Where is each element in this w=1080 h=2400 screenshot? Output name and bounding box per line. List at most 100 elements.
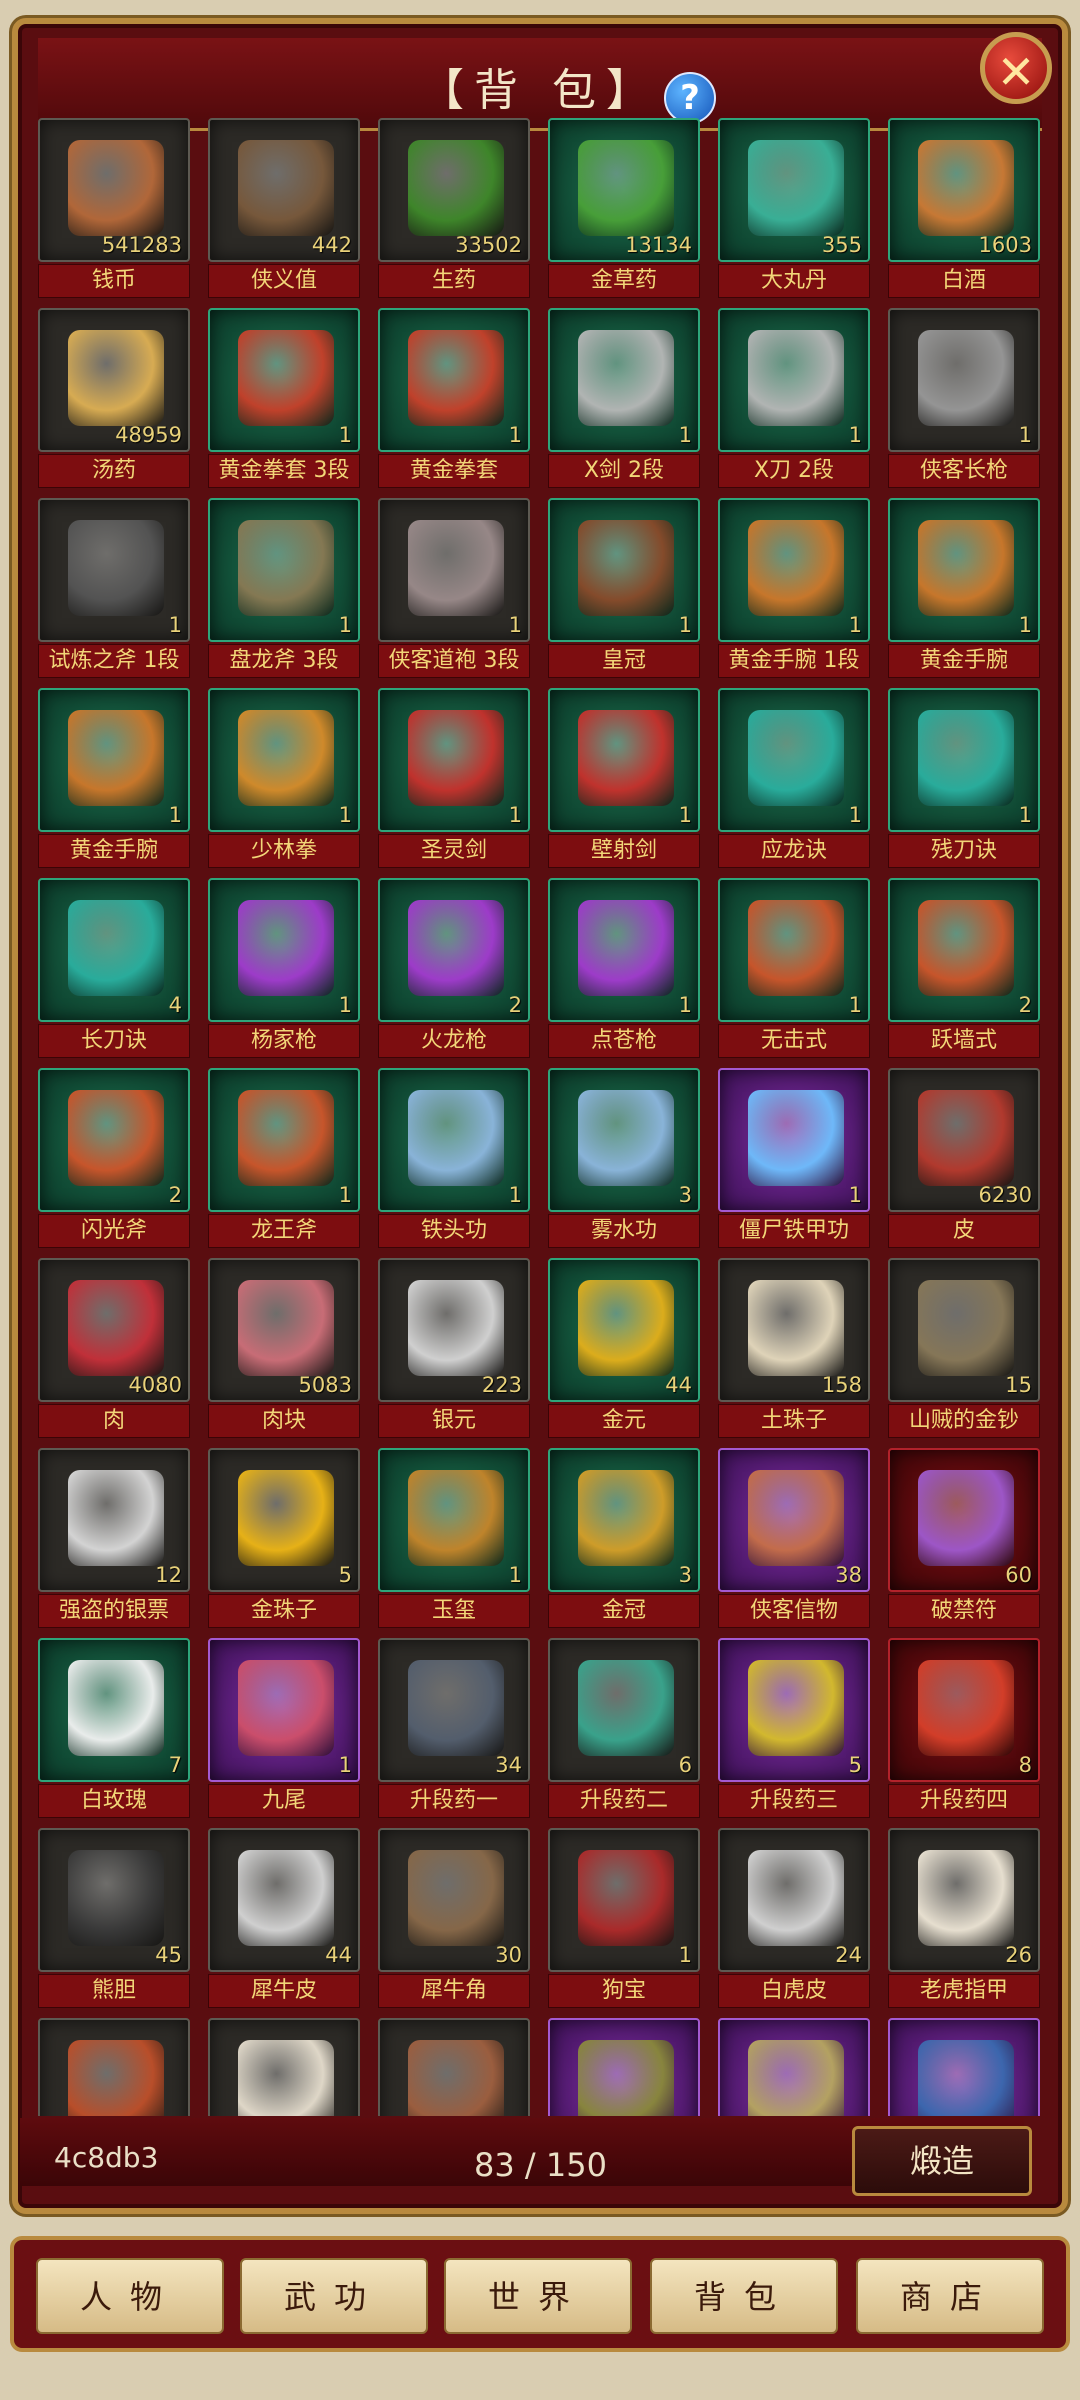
inventory-slot[interactable]: 2 跃墙式 <box>888 878 1040 1058</box>
item-frame[interactable]: 1 <box>208 1068 360 1212</box>
item-frame[interactable]: 1 <box>208 688 360 832</box>
item-frame[interactable]: 1 <box>378 498 530 642</box>
inventory-slot[interactable]: 1 黄金手腕 <box>888 498 1040 678</box>
inventory-slot[interactable]: 1 侠客长枪 <box>888 308 1040 488</box>
item-frame[interactable]: 1 <box>378 1448 530 1592</box>
item-frame[interactable]: 1 <box>548 308 700 452</box>
inventory-slot[interactable] <box>888 2018 1040 2116</box>
item-frame[interactable]: 1 <box>378 688 530 832</box>
item-frame[interactable]: 442 <box>208 118 360 262</box>
item-frame[interactable]: 44 <box>208 1828 360 1972</box>
inventory-slot[interactable]: 6230 皮 <box>888 1068 1040 1248</box>
inventory-slot[interactable]: 1 点苍枪 <box>548 878 700 1058</box>
item-frame[interactable] <box>888 2018 1040 2116</box>
inventory-slot[interactable]: 1 侠客道袍 3段 <box>378 498 530 678</box>
inventory-slot[interactable]: 1 壁射剑 <box>548 688 700 868</box>
item-frame[interactable] <box>208 2018 360 2116</box>
inventory-slot[interactable]: 1 试炼之斧 1段 <box>38 498 190 678</box>
item-frame[interactable]: 6 <box>548 1638 700 1782</box>
inventory-slot[interactable]: 2 火龙枪 <box>378 878 530 1058</box>
inventory-slot[interactable]: 44 犀牛皮 <box>208 1828 360 2008</box>
inventory-slot[interactable]: 60 破禁符 <box>888 1448 1040 1628</box>
item-frame[interactable]: 4 <box>38 878 190 1022</box>
inventory-slot[interactable]: 1 铁头功 <box>378 1068 530 1248</box>
item-frame[interactable]: 15 <box>888 1258 1040 1402</box>
inventory-slot[interactable]: 7 白玫瑰 <box>38 1638 190 1818</box>
inventory-slot[interactable]: 45 熊胆 <box>38 1828 190 2008</box>
inventory-slot[interactable]: 15 山贼的金钞 <box>888 1258 1040 1438</box>
item-frame[interactable]: 7 <box>38 1638 190 1782</box>
item-frame[interactable]: 223 <box>378 1258 530 1402</box>
inventory-slot[interactable]: 1 黄金手腕 <box>38 688 190 868</box>
item-frame[interactable]: 1 <box>718 688 870 832</box>
item-frame[interactable]: 5 <box>208 1448 360 1592</box>
inventory-slot[interactable]: 3 金冠 <box>548 1448 700 1628</box>
inventory-slot[interactable]: 442 侠义值 <box>208 118 360 298</box>
item-frame[interactable]: 1 <box>208 498 360 642</box>
inventory-slot[interactable]: 1 应龙诀 <box>718 688 870 868</box>
item-frame[interactable]: 5083 <box>208 1258 360 1402</box>
item-frame[interactable]: 48959 <box>38 308 190 452</box>
inventory-slot[interactable]: 2 闪光斧 <box>38 1068 190 1248</box>
item-frame[interactable]: 5 <box>718 1638 870 1782</box>
item-frame[interactable]: 1 <box>208 878 360 1022</box>
inventory-slot[interactable] <box>718 2018 870 2116</box>
item-frame[interactable]: 1 <box>718 1068 870 1212</box>
inventory-slot[interactable]: 8 升段药四 <box>888 1638 1040 1818</box>
item-frame[interactable]: 3 <box>548 1068 700 1212</box>
item-frame[interactable]: 1 <box>548 498 700 642</box>
inventory-slot[interactable]: 355 大丸丹 <box>718 118 870 298</box>
item-frame[interactable] <box>548 2018 700 2116</box>
tab-shop[interactable]: 商店 <box>856 2258 1044 2334</box>
inventory-slot[interactable]: 5 升段药三 <box>718 1638 870 1818</box>
item-frame[interactable]: 24 <box>718 1828 870 1972</box>
inventory-slot[interactable]: 1 黄金拳套 3段 <box>208 308 360 488</box>
item-frame[interactable]: 1603 <box>888 118 1040 262</box>
inventory-slot[interactable] <box>548 2018 700 2116</box>
inventory-slot[interactable]: 1 圣灵剑 <box>378 688 530 868</box>
inventory-grid[interactable]: 541283 钱币 442 侠义值 33502 生药 13134 金草药 355 大丸丹 1603 白… <box>38 118 1042 2116</box>
inventory-slot[interactable]: 4 长刀诀 <box>38 878 190 1058</box>
inventory-slot[interactable]: 1 残刀诀 <box>888 688 1040 868</box>
item-frame[interactable]: 1 <box>38 498 190 642</box>
inventory-slot[interactable]: 1 黄金手腕 1段 <box>718 498 870 678</box>
inventory-slot[interactable]: 1 杨家枪 <box>208 878 360 1058</box>
inventory-slot[interactable]: 6 升段药二 <box>548 1638 700 1818</box>
inventory-slot[interactable]: 5 金珠子 <box>208 1448 360 1628</box>
item-frame[interactable]: 1 <box>718 308 870 452</box>
inventory-slot[interactable] <box>38 2018 190 2116</box>
inventory-slot[interactable]: 24 白虎皮 <box>718 1828 870 2008</box>
item-frame[interactable]: 1 <box>208 1638 360 1782</box>
inventory-slot[interactable]: 1 X刀 2段 <box>718 308 870 488</box>
item-frame[interactable]: 13134 <box>548 118 700 262</box>
inventory-slot[interactable]: 48959 汤药 <box>38 308 190 488</box>
close-icon[interactable]: ✕ <box>980 32 1052 104</box>
inventory-slot[interactable]: 1 X剑 2段 <box>548 308 700 488</box>
tab-martial-arts[interactable]: 武功 <box>240 2258 428 2334</box>
item-frame[interactable]: 2 <box>888 878 1040 1022</box>
inventory-slot[interactable]: 38 侠客信物 <box>718 1448 870 1628</box>
item-frame[interactable]: 44 <box>548 1258 700 1402</box>
inventory-slot[interactable]: 26 老虎指甲 <box>888 1828 1040 2008</box>
item-frame[interactable]: 6230 <box>888 1068 1040 1212</box>
inventory-slot[interactable]: 1 狗宝 <box>548 1828 700 2008</box>
item-frame[interactable]: 1 <box>208 308 360 452</box>
item-frame[interactable]: 30 <box>378 1828 530 1972</box>
inventory-slot[interactable]: 5083 肉块 <box>208 1258 360 1438</box>
item-frame[interactable]: 1 <box>888 688 1040 832</box>
inventory-slot[interactable]: 12 强盗的银票 <box>38 1448 190 1628</box>
item-frame[interactable]: 1 <box>548 688 700 832</box>
inventory-slot[interactable]: 1 僵尸铁甲功 <box>718 1068 870 1248</box>
inventory-slot[interactable]: 34 升段药一 <box>378 1638 530 1818</box>
item-frame[interactable]: 4080 <box>38 1258 190 1402</box>
inventory-slot[interactable]: 1603 白酒 <box>888 118 1040 298</box>
item-frame[interactable]: 26 <box>888 1828 1040 1972</box>
item-frame[interactable]: 1 <box>888 498 1040 642</box>
item-frame[interactable] <box>378 2018 530 2116</box>
inventory-slot[interactable]: 3 雾水功 <box>548 1068 700 1248</box>
inventory-slot[interactable]: 1 玉玺 <box>378 1448 530 1628</box>
item-frame[interactable]: 33502 <box>378 118 530 262</box>
item-frame[interactable]: 1 <box>548 1828 700 1972</box>
inventory-slot[interactable]: 1 少林拳 <box>208 688 360 868</box>
item-frame[interactable]: 12 <box>38 1448 190 1592</box>
